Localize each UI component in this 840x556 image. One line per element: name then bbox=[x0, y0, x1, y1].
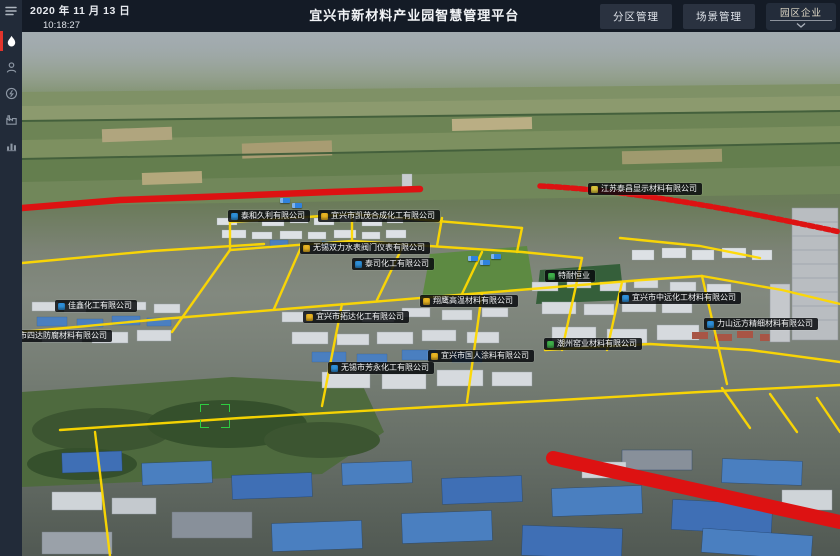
company-map-label[interactable]: 特耐恒业 bbox=[545, 270, 595, 282]
personnel-icon[interactable] bbox=[0, 54, 22, 80]
company-marker-icon bbox=[423, 298, 430, 305]
vehicle-marker[interactable] bbox=[480, 260, 490, 265]
sidebar bbox=[0, 0, 22, 556]
company-label-text: 佳鑫化工有限公司 bbox=[68, 302, 132, 310]
scene-management-button[interactable]: 场景管理 bbox=[683, 4, 755, 29]
vehicle-marker[interactable] bbox=[491, 254, 501, 259]
company-label-text: 翔鹰高温材料有限公司 bbox=[433, 297, 513, 305]
company-map-label[interactable]: 无锡双力水表阀门仪表有限公司 bbox=[300, 242, 430, 254]
top-bar: 2020 年 11 月 13 日 10:18:27 宜兴市新材料产业园智慧管理平… bbox=[22, 0, 840, 32]
bracket-corner bbox=[221, 404, 230, 412]
bracket-corner bbox=[200, 420, 209, 428]
company-label-text: 宜兴市拓达化工有限公司 bbox=[316, 313, 404, 321]
selection-bracket bbox=[200, 404, 230, 428]
company-label-text: 宜兴市凯茂合成化工有限公司 bbox=[331, 212, 435, 220]
current-time: 10:18:27 bbox=[43, 20, 130, 31]
company-marker-icon bbox=[548, 273, 555, 280]
company-marker-icon bbox=[707, 321, 714, 328]
company-label-text: 泰司化工有限公司 bbox=[365, 260, 429, 268]
company-label-text: 潮州窑业材料有限公司 bbox=[557, 340, 637, 348]
dropdown-divider bbox=[770, 20, 832, 21]
company-map-label[interactable]: 宜兴市拓达化工有限公司 bbox=[303, 311, 409, 323]
dropdown-label: 园区企业 bbox=[780, 5, 822, 19]
energy-icon[interactable] bbox=[0, 80, 22, 106]
company-marker-icon bbox=[331, 365, 338, 372]
company-map-label[interactable]: 市四达防腐材料有限公司 bbox=[22, 330, 112, 342]
park-enterprises-dropdown[interactable]: 园区企业 bbox=[766, 3, 836, 30]
fire-alarm-icon[interactable] bbox=[0, 28, 22, 54]
company-label-text: 力山远方精细材料有限公司 bbox=[717, 320, 813, 328]
company-marker-icon bbox=[58, 303, 65, 310]
company-map-label[interactable]: 佳鑫化工有限公司 bbox=[55, 300, 137, 312]
company-label-text: 市四达防腐材料有限公司 bbox=[22, 332, 107, 340]
current-date: 2020 年 11 月 13 日 bbox=[30, 3, 130, 18]
company-label-text: 宜兴市国人涂料有限公司 bbox=[441, 352, 529, 360]
bracket-corner bbox=[200, 404, 209, 412]
company-marker-icon bbox=[355, 261, 362, 268]
bracket-corner bbox=[221, 420, 230, 428]
vehicle-marker[interactable] bbox=[292, 203, 302, 208]
company-label-text: 江苏泰昌显示材料有限公司 bbox=[601, 185, 697, 193]
company-label-text: 特耐恒业 bbox=[558, 272, 590, 280]
company-map-label[interactable]: 力山远方精细材料有限公司 bbox=[704, 318, 818, 330]
chevron-down-icon bbox=[796, 23, 806, 28]
zone-management-button[interactable]: 分区管理 bbox=[600, 4, 672, 29]
company-marker-icon bbox=[306, 314, 313, 321]
map-labels-layer: 泰和久利有限公司 宜兴市凯茂合成化工有限公司无锡双力水表阀门仪表有限公司泰司化工有… bbox=[22, 32, 840, 556]
company-marker-icon bbox=[303, 245, 310, 252]
company-map-label[interactable]: 江苏泰昌显示材料有限公司 bbox=[588, 183, 702, 195]
menu-icon[interactable] bbox=[0, 0, 22, 22]
company-map-label[interactable]: 泰和久利有限公司 bbox=[228, 210, 310, 222]
company-marker-icon bbox=[622, 295, 629, 302]
map-viewport[interactable]: 泰和久利有限公司 宜兴市凯茂合成化工有限公司无锡双力水表阀门仪表有限公司泰司化工有… bbox=[22, 32, 840, 556]
company-marker-icon bbox=[321, 213, 328, 220]
company-marker-icon bbox=[431, 353, 438, 360]
company-map-label[interactable]: 宜兴市国人涂料有限公司 bbox=[428, 350, 534, 362]
statistics-icon[interactable] bbox=[0, 132, 22, 158]
company-marker-icon bbox=[231, 213, 238, 220]
company-label-text: 无锡市芳永化工有限公司 bbox=[341, 364, 429, 372]
page-title: 宜兴市新材料产业园智慧管理平台 bbox=[309, 0, 519, 32]
company-map-label[interactable]: 泰司化工有限公司 bbox=[352, 258, 434, 270]
company-map-label[interactable]: 无锡市芳永化工有限公司 bbox=[328, 362, 434, 374]
company-map-label[interactable]: 宜兴市凯茂合成化工有限公司 bbox=[318, 210, 440, 222]
vehicle-marker[interactable] bbox=[280, 198, 290, 203]
company-marker-icon bbox=[591, 186, 598, 193]
topbar-actions: 分区管理 场景管理 园区企业 bbox=[600, 0, 836, 32]
company-map-label[interactable]: 翔鹰高温材料有限公司 bbox=[420, 295, 518, 307]
company-marker-icon bbox=[547, 341, 554, 348]
enterprise-icon[interactable] bbox=[0, 106, 22, 132]
app-window: 2020 年 11 月 13 日 10:18:27 宜兴市新材料产业园智慧管理平… bbox=[0, 0, 840, 556]
company-label-text: 泰和久利有限公司 bbox=[241, 212, 305, 220]
datetime-block: 2020 年 11 月 13 日 10:18:27 bbox=[30, 3, 130, 31]
company-map-label[interactable]: 宜兴市中远化工材料有限公司 bbox=[619, 292, 741, 304]
vehicle-marker[interactable] bbox=[468, 256, 478, 261]
company-label-text: 无锡双力水表阀门仪表有限公司 bbox=[313, 244, 425, 252]
company-label-text: 宜兴市中远化工材料有限公司 bbox=[632, 294, 736, 302]
company-map-label[interactable]: 潮州窑业材料有限公司 bbox=[544, 338, 642, 350]
